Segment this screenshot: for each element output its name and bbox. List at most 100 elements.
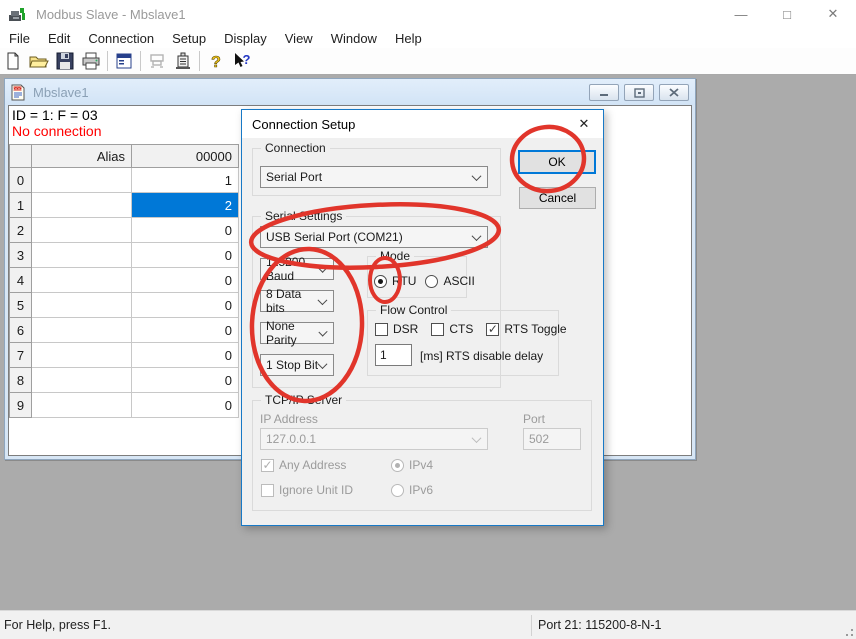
- menu-help[interactable]: Help: [386, 31, 431, 46]
- serial-port-value: USB Serial Port (COM21): [266, 230, 403, 244]
- alias-header-cell[interactable]: Alias: [32, 145, 132, 168]
- display-settings-icon[interactable]: [111, 49, 137, 73]
- selected-register-cell[interactable]: 2: [132, 193, 239, 218]
- register-cell[interactable]: 0: [132, 393, 239, 418]
- resize-grip[interactable]: [841, 624, 855, 638]
- ip-address-dropdown: 127.0.0.1: [260, 428, 488, 450]
- register-cell[interactable]: 0: [132, 293, 239, 318]
- alias-cell[interactable]: [32, 343, 132, 368]
- rts-toggle-checkbox[interactable]: ✓: [486, 323, 499, 336]
- rtu-radio-label: RTU: [392, 274, 416, 288]
- save-icon[interactable]: [52, 49, 78, 73]
- cancel-button[interactable]: Cancel: [519, 187, 596, 209]
- doc-title: Mbslave1: [33, 85, 89, 100]
- alias-cell[interactable]: [32, 393, 132, 418]
- menu-connection[interactable]: Connection: [79, 31, 163, 46]
- menubar: File Edit Connection Setup Display View …: [0, 28, 856, 48]
- menu-setup[interactable]: Setup: [163, 31, 215, 46]
- row-header-cell[interactable]: 5: [10, 293, 32, 318]
- dialog-titlebar[interactable]: Connection Setup: [242, 110, 603, 138]
- table-row: 70: [10, 343, 239, 368]
- print-icon[interactable]: [78, 49, 104, 73]
- row-header-cell[interactable]: 8: [10, 368, 32, 393]
- context-help-icon[interactable]: ?: [229, 49, 255, 73]
- row-header-cell[interactable]: 0: [10, 168, 32, 193]
- toolbar-separator: [199, 51, 200, 71]
- svg-text:DOC: DOC: [13, 86, 22, 91]
- menu-view[interactable]: View: [276, 31, 322, 46]
- row-header-cell[interactable]: 6: [10, 318, 32, 343]
- doc-close-button[interactable]: [659, 84, 689, 101]
- status-port-text: Port 21: 115200-8-N-1: [538, 618, 661, 632]
- cts-checkbox[interactable]: [431, 323, 444, 336]
- titlebar: Modbus Slave - Mbslave1 — □ ✕: [0, 0, 856, 28]
- chevron-down-icon: [472, 433, 482, 443]
- serial-port-dropdown[interactable]: USB Serial Port (COM21): [260, 226, 488, 248]
- corner-header-cell[interactable]: [10, 145, 32, 168]
- doc-icon: DOC: [11, 84, 26, 101]
- open-icon[interactable]: [26, 49, 52, 73]
- stop-bits-dropdown[interactable]: 1 Stop Bit: [260, 354, 334, 376]
- doc-minimize-button[interactable]: [589, 84, 619, 101]
- communication-traffic-icon[interactable]: [170, 49, 196, 73]
- rts-delay-input[interactable]: 1: [375, 344, 412, 366]
- new-icon[interactable]: [0, 49, 26, 73]
- register-cell[interactable]: 0: [132, 368, 239, 393]
- register-table: Alias 00000 01122030405060708090: [9, 144, 239, 418]
- row-header-cell[interactable]: 4: [10, 268, 32, 293]
- table-row: 40: [10, 268, 239, 293]
- alias-cell[interactable]: [32, 218, 132, 243]
- status-help-text: For Help, press F1.: [4, 618, 111, 632]
- menu-file[interactable]: File: [0, 31, 39, 46]
- connection-type-dropdown[interactable]: Serial Port: [260, 166, 488, 188]
- row-header-cell[interactable]: 3: [10, 243, 32, 268]
- row-header-cell[interactable]: 7: [10, 343, 32, 368]
- table-row: 12: [10, 193, 239, 218]
- row-header-cell[interactable]: 1: [10, 193, 32, 218]
- register-cell[interactable]: 0: [132, 218, 239, 243]
- alias-cell[interactable]: [32, 168, 132, 193]
- connection-group-label: Connection: [261, 141, 330, 155]
- data-bits-dropdown[interactable]: 8 Data bits: [260, 290, 334, 312]
- poll-definition-icon[interactable]: [144, 49, 170, 73]
- alias-cell[interactable]: [32, 318, 132, 343]
- table-row: 50: [10, 293, 239, 318]
- dialog-close-icon[interactable]: ✕: [575, 115, 593, 133]
- doc-restore-button[interactable]: [624, 84, 654, 101]
- register-cell[interactable]: 0: [132, 318, 239, 343]
- register-cell[interactable]: 0: [132, 243, 239, 268]
- alias-cell[interactable]: [32, 268, 132, 293]
- ok-button[interactable]: OK: [518, 150, 596, 174]
- table-row: 60: [10, 318, 239, 343]
- menu-display[interactable]: Display: [215, 31, 276, 46]
- chevron-down-icon: [472, 231, 482, 241]
- ignore-unit-id-label: Ignore Unit ID: [279, 483, 353, 497]
- register-header-cell[interactable]: 00000: [132, 145, 239, 168]
- table-header-row: Alias 00000: [10, 145, 239, 168]
- parity-dropdown[interactable]: None Parity: [260, 322, 334, 344]
- alias-cell[interactable]: [32, 243, 132, 268]
- alias-cell[interactable]: [32, 193, 132, 218]
- close-button[interactable]: ✕: [810, 0, 856, 28]
- help-icon[interactable]: ?: [203, 49, 229, 73]
- register-cell[interactable]: 0: [132, 268, 239, 293]
- mode-group-label: Mode: [376, 249, 414, 263]
- row-header-cell[interactable]: 9: [10, 393, 32, 418]
- window-title: Modbus Slave - Mbslave1: [36, 7, 186, 22]
- menu-edit[interactable]: Edit: [39, 31, 79, 46]
- register-cell[interactable]: 1: [132, 168, 239, 193]
- baud-rate-value: 115200 Baud: [266, 255, 320, 283]
- dsr-checkbox-label: DSR: [393, 322, 418, 336]
- alias-cell[interactable]: [32, 293, 132, 318]
- rtu-radio[interactable]: [374, 275, 387, 288]
- baud-rate-dropdown[interactable]: 115200 Baud: [260, 258, 334, 280]
- row-header-cell[interactable]: 2: [10, 218, 32, 243]
- ascii-radio[interactable]: [425, 275, 438, 288]
- minimize-button[interactable]: —: [718, 0, 764, 28]
- dsr-checkbox[interactable]: [375, 323, 388, 336]
- menu-window[interactable]: Window: [322, 31, 386, 46]
- register-cell[interactable]: 0: [132, 343, 239, 368]
- chevron-down-icon: [318, 359, 328, 369]
- alias-cell[interactable]: [32, 368, 132, 393]
- maximize-button[interactable]: □: [764, 0, 810, 28]
